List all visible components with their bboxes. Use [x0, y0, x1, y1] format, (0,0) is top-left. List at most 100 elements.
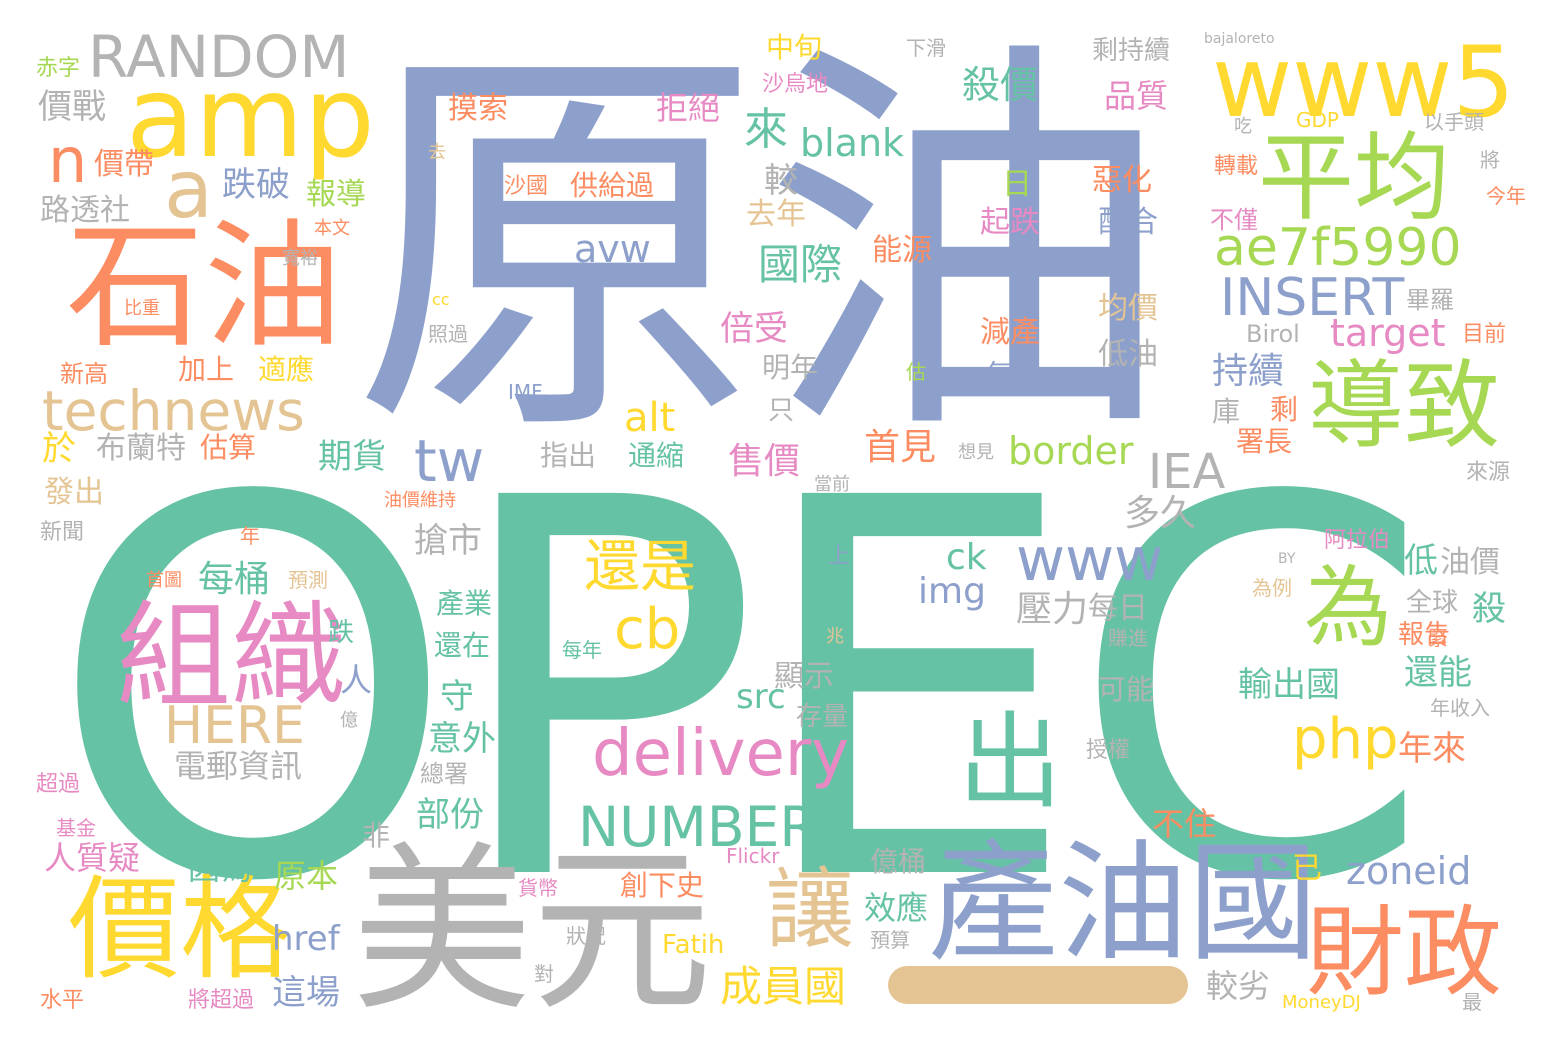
word-report: 報導	[306, 177, 366, 212]
word-oil-price: 油價	[1440, 545, 1500, 580]
word-estimate: 估算	[200, 431, 257, 464]
word-reuters: 路透社	[40, 193, 130, 228]
word-let: 讓	[766, 858, 855, 961]
word-library: 庫	[1212, 395, 1241, 428]
word-continue: 持續	[1212, 351, 1285, 392]
word-industry: 產業	[436, 587, 493, 620]
word-avw: avw	[574, 227, 651, 271]
word-this-war: 這場	[272, 973, 340, 1013]
word-double: 倍受	[720, 309, 788, 349]
word-source: 來源	[1466, 460, 1511, 485]
word-level: 水平	[40, 988, 85, 1013]
word-gdp: GDP	[1296, 108, 1339, 132]
word-imf: IMF	[508, 380, 543, 404]
word-birol-cn: 畢羅	[1406, 286, 1454, 314]
word-only: 只	[768, 396, 795, 426]
word-php: php	[1292, 707, 1399, 772]
word-fall-below: 跌破	[222, 165, 290, 205]
word-up: 上	[828, 544, 851, 569]
word-reduce: 減產	[980, 315, 1040, 350]
word-low: 低	[1404, 541, 1438, 581]
word-n: n	[48, 124, 88, 197]
word-first-seen: 首見	[864, 427, 937, 468]
word-arab: 阿拉伯	[1324, 528, 1391, 553]
word-day: 日	[1002, 167, 1032, 202]
word-ratio: 比重	[124, 298, 160, 319]
word-fall: 跌	[328, 618, 355, 648]
word-exporter: 輸出國	[1238, 665, 1340, 705]
word-by: BY	[1278, 551, 1296, 567]
word-refuse: 拒絕	[656, 89, 721, 127]
word-point-out: 指出	[540, 439, 597, 472]
word-img: img	[918, 571, 986, 612]
word-cant-stop: 不住	[1152, 805, 1217, 843]
word-every-year: 每年	[562, 638, 602, 662]
word-can: 可能	[1098, 673, 1155, 706]
word-zoneid: zoneid	[1346, 849, 1472, 893]
word-fund: 基金	[56, 816, 96, 840]
word-years: 年來	[1398, 729, 1466, 769]
word-tight: 緊	[1428, 626, 1448, 650]
word-maintain: 油價維持	[384, 490, 456, 511]
word-last-year: 去年	[746, 197, 806, 232]
word-earn: 賺進	[1108, 626, 1148, 650]
word-moneydj: MoneyDJ	[1282, 992, 1361, 1013]
word-grab-market: 搶市	[414, 521, 482, 561]
word-fiscal: 財政	[1306, 896, 1503, 1010]
word-deputy: 署長	[1236, 425, 1293, 458]
word-add: 加上	[178, 353, 235, 386]
word-show: 顯示	[774, 659, 834, 694]
word-this-year: 今年	[1486, 184, 1526, 208]
word-hostage: 人質疑	[44, 839, 141, 877]
word-according-passed: 照過	[428, 322, 468, 346]
word-price-band: 價帶	[94, 147, 154, 182]
word-start-fall: 起跌	[980, 205, 1040, 240]
word-lenient: 寬裕	[282, 248, 318, 269]
word-most: 最	[1462, 990, 1482, 1014]
word-keep: 守	[440, 677, 474, 717]
word-border: border	[1008, 429, 1134, 473]
word-number: NUMBER	[578, 795, 818, 859]
word-adapt: 適應	[258, 353, 315, 386]
word-first-pic: 首圖	[146, 570, 182, 591]
word-producer: 產油國	[928, 827, 1319, 979]
word-go: 去	[428, 142, 446, 163]
word-saudi: 沙烏地	[762, 72, 829, 97]
word-blank: blank	[800, 121, 905, 165]
word-flickr: Flickr	[726, 844, 780, 868]
word-annual: 年收入	[1430, 696, 1490, 720]
word-original: 原本	[274, 857, 339, 895]
word-want-see: 想見	[958, 442, 994, 463]
word-remain: 剩持續	[1092, 36, 1171, 66]
word-next-year: 明年	[762, 351, 819, 384]
word-kill: 殺	[1472, 589, 1506, 629]
word-stock: 存量	[796, 702, 849, 732]
word-a: a	[164, 143, 214, 236]
word-futures: 期貨	[318, 437, 386, 477]
word-current: 當前	[814, 474, 850, 495]
word-cooperate: 配合	[1098, 205, 1158, 240]
word-already: 已	[1292, 851, 1322, 886]
word-pressure: 壓力	[1016, 589, 1089, 630]
word-part: 部份	[416, 795, 484, 835]
word-brent: 布蘭特	[96, 431, 186, 466]
word-red: 赤字	[36, 56, 81, 81]
word-here: HERE	[164, 696, 305, 756]
word-hand: 以手頭	[1424, 110, 1484, 134]
word-email: 電郵資訊	[174, 747, 303, 785]
word-per-barrel: 每桶	[198, 559, 271, 600]
word-member: 成員國	[720, 962, 847, 1011]
word-budget: 預算	[870, 928, 910, 952]
word-price: 價格	[68, 865, 292, 995]
word-still-is: 還是	[584, 535, 696, 600]
word-alt: alt	[624, 395, 676, 441]
word-come: 來	[744, 104, 788, 155]
word-cc: cc	[432, 290, 450, 309]
word-year: 年	[240, 524, 260, 548]
word-cb: cb	[614, 597, 681, 662]
word-estimate2: 估	[906, 360, 926, 384]
word-birol: Birol	[1246, 320, 1300, 348]
word-hundred-m: 億桶	[870, 845, 927, 878]
word-fatih: Fatih	[662, 930, 725, 960]
word-at: 於	[42, 429, 76, 469]
